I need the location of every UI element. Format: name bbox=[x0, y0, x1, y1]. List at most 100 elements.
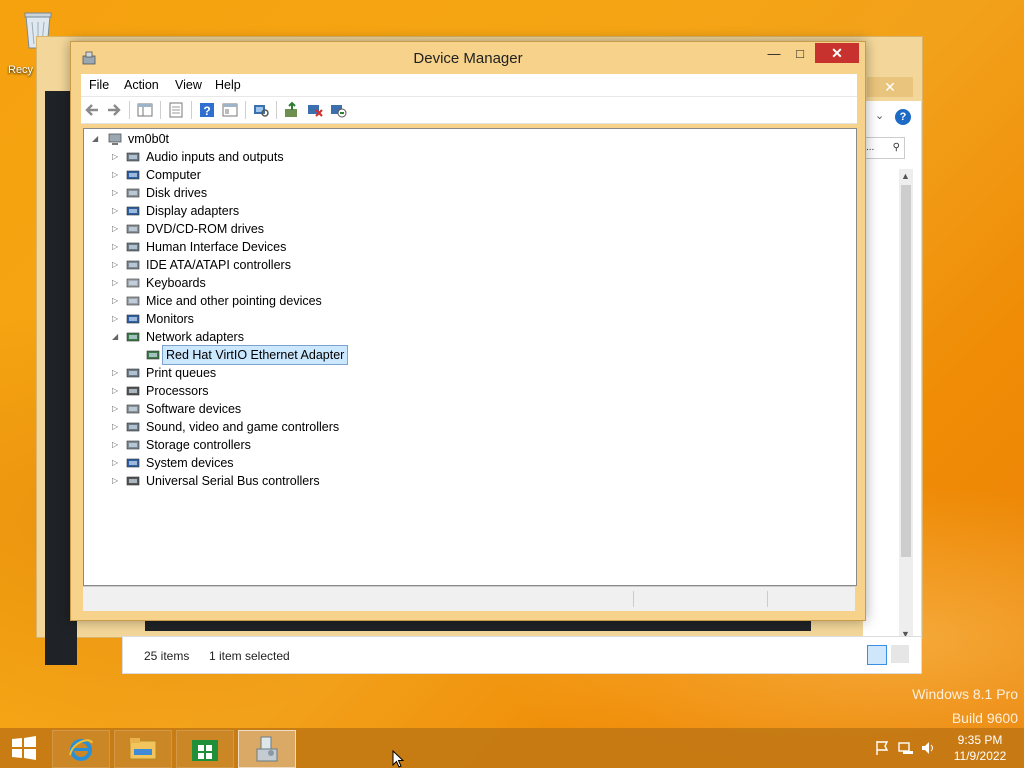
toolbar-separator bbox=[160, 101, 161, 119]
tree-category-label: Network adapters bbox=[146, 330, 244, 344]
toolbar-separator bbox=[276, 101, 277, 119]
update-driver-icon[interactable] bbox=[283, 101, 301, 119]
back-icon[interactable] bbox=[83, 101, 101, 119]
menu-bar: File Action View Help bbox=[81, 74, 857, 96]
start-button[interactable] bbox=[10, 736, 38, 760]
expand-arrow-icon[interactable]: ▷ bbox=[112, 310, 118, 328]
tree-category-label: Universal Serial Bus controllers bbox=[146, 474, 320, 488]
device-manager-taskbar-button[interactable] bbox=[238, 730, 296, 768]
expand-arrow-icon[interactable]: ▷ bbox=[112, 364, 118, 382]
collapse-arrow-icon[interactable]: ◢ bbox=[92, 130, 98, 148]
tree-category-label: Human Interface Devices bbox=[146, 240, 287, 254]
menu-action[interactable]: Action bbox=[124, 78, 159, 92]
search-input[interactable]: ... ⚲ bbox=[865, 137, 905, 159]
network-icon[interactable] bbox=[898, 740, 914, 756]
menu-view[interactable]: View bbox=[175, 78, 202, 92]
background-scrollbar-thumb[interactable] bbox=[901, 185, 911, 557]
internet-explorer-button[interactable] bbox=[52, 730, 110, 768]
properties-pane-icon[interactable] bbox=[136, 101, 154, 119]
background-dark-strip bbox=[145, 621, 811, 631]
tree-category-label: Monitors bbox=[146, 312, 194, 326]
clock-date: 11/9/2022 bbox=[953, 749, 1007, 763]
monitor-icon bbox=[126, 314, 140, 324]
expand-arrow-icon[interactable]: ▷ bbox=[112, 166, 118, 184]
maximize-button[interactable]: □ bbox=[787, 44, 813, 64]
expand-arrow-icon[interactable]: ▷ bbox=[112, 454, 118, 472]
item-count: 25 items bbox=[144, 649, 190, 663]
expand-arrow-icon[interactable]: ▷ bbox=[112, 202, 118, 220]
tree-category-label: Display adapters bbox=[146, 204, 240, 218]
expand-arrow-icon[interactable]: ▷ bbox=[112, 472, 118, 490]
status-bar bbox=[83, 586, 855, 611]
expand-arrow-icon[interactable]: ▷ bbox=[112, 274, 118, 292]
expand-arrow-icon[interactable]: ▷ bbox=[112, 382, 118, 400]
tree-category-label: System devices bbox=[146, 456, 234, 470]
store-icon bbox=[192, 740, 218, 761]
close-button[interactable]: ✕ bbox=[815, 43, 859, 63]
store-button[interactable] bbox=[176, 730, 234, 768]
scan-hardware-icon[interactable] bbox=[252, 101, 270, 119]
speaker-icon bbox=[126, 152, 140, 162]
volume-icon[interactable] bbox=[920, 740, 936, 756]
details-view-icon[interactable] bbox=[867, 645, 887, 665]
window-title: Device Manager bbox=[413, 50, 523, 67]
minimize-button[interactable]: — bbox=[761, 44, 787, 64]
status-divider bbox=[633, 591, 634, 607]
computer-root-icon bbox=[108, 133, 122, 145]
expand-arrow-icon[interactable]: ▷ bbox=[112, 436, 118, 454]
forward-icon[interactable] bbox=[105, 101, 123, 119]
tree-category-label: Software devices bbox=[146, 402, 242, 416]
dvd-drive-icon bbox=[126, 224, 140, 234]
title-bar[interactable]: Device Manager — □ ✕ bbox=[71, 42, 865, 74]
list-view-icon[interactable] bbox=[167, 101, 185, 119]
usb-icon bbox=[126, 476, 140, 486]
expand-arrow-icon[interactable]: ▷ bbox=[112, 184, 118, 202]
keyboard-icon bbox=[126, 278, 140, 288]
toolbar: ? bbox=[81, 96, 857, 124]
background-close-button[interactable]: ✕ bbox=[867, 77, 913, 97]
tree-category-label: Mice and other pointing devices bbox=[146, 294, 322, 308]
menu-file[interactable]: File bbox=[89, 78, 109, 92]
enable-device-icon[interactable] bbox=[329, 101, 347, 119]
scroll-up-icon[interactable]: ▲ bbox=[901, 171, 910, 181]
expand-arrow-icon[interactable]: ▷ bbox=[112, 292, 118, 310]
tree-category-label: Storage controllers bbox=[146, 438, 251, 452]
help-icon[interactable]: ? bbox=[895, 109, 911, 125]
clock[interactable]: 9:35 PM 11/9/2022 bbox=[944, 732, 1016, 764]
menu-help[interactable]: Help bbox=[215, 78, 241, 92]
expand-arrow-icon[interactable]: ▷ bbox=[112, 238, 118, 256]
device-manager-window[interactable]: Device Manager — □ ✕ File Action View He… bbox=[70, 41, 866, 621]
network-adapter-icon bbox=[146, 350, 160, 360]
large-icons-view-icon[interactable] bbox=[891, 645, 909, 663]
expand-arrow-icon[interactable]: ▷ bbox=[112, 220, 118, 238]
toolbar-separator bbox=[245, 101, 246, 119]
file-explorer-button[interactable] bbox=[114, 730, 172, 768]
mouse-icon bbox=[126, 296, 140, 306]
chevron-down-icon[interactable]: ⌄ bbox=[875, 109, 884, 122]
toolbar-separator bbox=[129, 101, 130, 119]
search-ellipsis: ... bbox=[866, 142, 875, 153]
collapse-arrow-icon[interactable]: ◢ bbox=[112, 328, 118, 346]
expand-arrow-icon[interactable]: ▷ bbox=[112, 148, 118, 166]
expand-arrow-icon[interactable]: ▷ bbox=[112, 256, 118, 274]
console-icon[interactable] bbox=[221, 101, 239, 119]
device-tree[interactable]: ◢ vm0b0t ▷ Audio inputs and outputs ▷ Compu… bbox=[83, 128, 857, 586]
help-icon[interactable]: ? bbox=[198, 101, 216, 119]
expand-arrow-icon[interactable]: ▷ bbox=[112, 400, 118, 418]
network-adapter-icon bbox=[126, 332, 140, 342]
action-center-flag-icon[interactable] bbox=[874, 740, 890, 756]
selected-device-label: Red Hat VirtIO Ethernet Adapter bbox=[161, 345, 349, 365]
mouse-cursor-icon bbox=[392, 750, 405, 768]
tree-root-label: vm0b0t bbox=[128, 132, 169, 146]
tree-category-label: Keyboards bbox=[146, 276, 206, 290]
clock-time: 9:35 PM bbox=[957, 733, 1003, 747]
tree-category-label: Print queues bbox=[146, 366, 217, 380]
system-devices-icon bbox=[126, 458, 140, 468]
uninstall-device-icon[interactable] bbox=[306, 101, 324, 119]
computer-icon bbox=[126, 170, 140, 180]
storage-controller-icon bbox=[126, 440, 140, 450]
toolbar-separator bbox=[191, 101, 192, 119]
ide-controller-icon bbox=[126, 260, 140, 270]
tree-category-label: Disk drives bbox=[146, 186, 208, 200]
expand-arrow-icon[interactable]: ▷ bbox=[112, 418, 118, 436]
